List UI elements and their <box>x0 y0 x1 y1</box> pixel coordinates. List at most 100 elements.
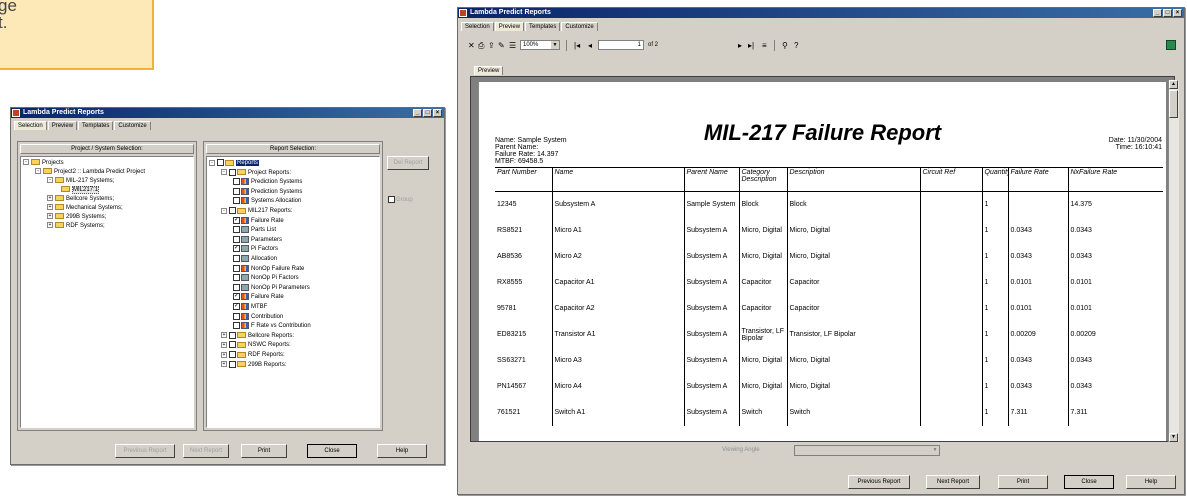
report-checkbox[interactable]: ✓ <box>233 293 240 301</box>
small-window-titlebar[interactable]: Lambda Predict Reports _ □ × <box>11 108 444 118</box>
first-page-icon[interactable]: |◂ <box>574 41 580 50</box>
next-page-icon[interactable]: ▸ <box>738 41 742 50</box>
report-tree-node[interactable]: ✓ Failure Rate <box>233 293 284 302</box>
print-button[interactable]: Print <box>241 444 287 458</box>
collapse-icon[interactable]: - <box>221 169 227 176</box>
maximize-icon[interactable]: □ <box>423 109 432 117</box>
del-report-button[interactable]: Del Report <box>387 156 429 170</box>
close-button[interactable]: Close <box>307 444 357 458</box>
tab-customize[interactable]: Customize <box>114 121 151 130</box>
report-checkbox[interactable] <box>233 197 240 205</box>
preview-subtab[interactable]: Preview <box>474 66 504 75</box>
report-tree-node[interactable]: ✓ Pi Factors <box>233 245 278 254</box>
tab-selection[interactable]: Selection <box>461 22 494 31</box>
print-button[interactable]: Print <box>998 475 1048 489</box>
next-report-button[interactable]: Next Report <box>926 475 980 489</box>
report-tree-node[interactable]: Prediction Systems <box>233 178 302 187</box>
report-checkbox[interactable] <box>229 331 236 339</box>
report-checkbox[interactable] <box>229 168 236 176</box>
report-checkbox[interactable] <box>233 312 240 320</box>
expand-icon[interactable]: + <box>47 195 53 202</box>
last-page-icon[interactable]: ▸| <box>748 41 754 50</box>
binoculars-icon[interactable]: ⚲ <box>782 41 788 50</box>
report-checkbox[interactable] <box>233 235 240 243</box>
report-tree-node[interactable]: Allocation <box>233 255 277 264</box>
tab-customize[interactable]: Customize <box>561 22 598 31</box>
collapse-icon[interactable]: - <box>47 177 53 184</box>
report-checkbox[interactable] <box>233 283 240 291</box>
previous-page-icon[interactable]: ◂ <box>588 41 592 50</box>
help-icon[interactable]: ? <box>794 41 798 50</box>
report-tree-node[interactable]: - Reports <box>209 159 260 168</box>
tab-preview[interactable]: Preview <box>47 121 78 130</box>
expand-icon[interactable]: + <box>47 222 53 229</box>
project-tree-node[interactable]: + Mechanical Systems; <box>47 204 123 213</box>
report-checkbox[interactable] <box>229 341 236 349</box>
report-tree-node[interactable]: - MIL217 Reports: <box>221 207 292 216</box>
project-tree-node[interactable]: - MIL-217 Systems; <box>47 177 114 186</box>
report-tree-node[interactable]: NonOp Pi Factors <box>233 274 299 283</box>
tab-templates[interactable]: Templates <box>78 121 114 130</box>
export-icon[interactable]: ⇪ <box>488 41 495 50</box>
report-tree-node[interactable]: Prediction Systems <box>233 187 302 197</box>
minimize-icon[interactable]: _ <box>1153 9 1162 17</box>
expand-icon[interactable]: + <box>221 361 227 368</box>
page-number-input[interactable]: 1 <box>598 40 644 50</box>
report-checkbox[interactable] <box>233 274 240 282</box>
scroll-up-icon[interactable]: ▲ <box>1169 80 1178 89</box>
project-tree-node[interactable]: + Bellcore Systems; <box>47 195 114 204</box>
chevron-down-icon[interactable]: ▼ <box>551 41 559 49</box>
expand-icon[interactable]: + <box>47 213 53 220</box>
project-tree-node[interactable]: + RDF Systems; <box>47 222 105 231</box>
scroll-down-icon[interactable]: ▼ <box>1169 433 1178 442</box>
report-tree-node[interactable]: + Bellcore Reports: <box>221 331 294 341</box>
collapse-icon[interactable]: - <box>23 159 29 166</box>
report-tree-node[interactable]: Parts List <box>233 226 276 235</box>
report-tree-node[interactable]: ✓ Failure Rate <box>233 216 284 226</box>
collapse-icon[interactable]: - <box>209 159 215 166</box>
expand-icon[interactable]: + <box>221 351 227 358</box>
report-checkbox[interactable]: ✓ <box>233 216 240 224</box>
tab-templates[interactable]: Templates <box>525 22 561 31</box>
report-checkbox[interactable] <box>217 159 224 166</box>
expand-icon[interactable]: + <box>221 332 227 339</box>
report-tree-node[interactable]: F Rate vs Contribution <box>233 322 311 331</box>
expand-icon[interactable]: + <box>221 341 227 348</box>
minimize-icon[interactable]: _ <box>413 109 422 117</box>
report-tree-node[interactable]: Systems Allocation <box>233 197 301 206</box>
report-tree-node[interactable]: NonOp Failure Rate <box>233 264 304 274</box>
project-tree-node[interactable]: - Projects <box>23 159 64 168</box>
project-tree-node[interactable]: - Project2 :: Lambda Predict Project <box>35 168 145 177</box>
report-checkbox[interactable]: ✓ <box>233 245 240 253</box>
print-icon[interactable]: ⎙ <box>478 41 484 50</box>
report-checkbox[interactable] <box>233 322 240 330</box>
project-tree-node[interactable]: MIL217:1 <box>61 186 100 195</box>
report-tree-node[interactable]: + NSWC Reports: <box>221 341 291 350</box>
report-checkbox[interactable] <box>233 264 240 272</box>
maximize-icon[interactable]: □ <box>1163 9 1172 17</box>
report-checkbox[interactable] <box>233 187 240 195</box>
expand-icon[interactable]: + <box>47 204 53 211</box>
report-checkbox[interactable] <box>233 255 240 262</box>
zoom-select[interactable]: 100% ▼ <box>520 40 560 50</box>
chevron-down-icon[interactable]: ▼ <box>931 446 939 455</box>
report-tree-node[interactable]: Parameters <box>233 235 282 245</box>
close-button[interactable]: Close <box>1064 475 1114 489</box>
report-tree-node[interactable]: NonOp Pi Parameters <box>233 283 310 293</box>
report-vertical-scrollbar[interactable]: ▲ ▼ <box>1168 80 1179 442</box>
search-text-icon[interactable]: ✎ <box>498 41 505 50</box>
report-checkbox[interactable]: ✓ <box>233 303 240 310</box>
project-tree-node[interactable]: +299B Systems; <box>47 213 106 222</box>
report-tree-node[interactable]: ✓ MTBF <box>233 303 267 312</box>
collapse-icon[interactable]: - <box>35 168 41 175</box>
next-report-button[interactable]: Next Report <box>183 444 229 458</box>
group-checkbox[interactable]: Group <box>388 196 413 203</box>
tab-preview[interactable]: Preview <box>494 22 525 31</box>
report-tree-node[interactable]: - Project Reports: <box>221 168 291 178</box>
report-checkbox[interactable] <box>229 207 236 214</box>
close-preview-icon[interactable]: ✕ <box>468 41 475 50</box>
report-checkbox[interactable] <box>229 360 236 368</box>
scroll-thumb[interactable] <box>1169 90 1178 118</box>
main-window-titlebar[interactable]: Lambda Predict Reports _ □ × <box>458 8 1184 18</box>
report-tree-node[interactable]: + RDF Reports: <box>221 351 285 360</box>
